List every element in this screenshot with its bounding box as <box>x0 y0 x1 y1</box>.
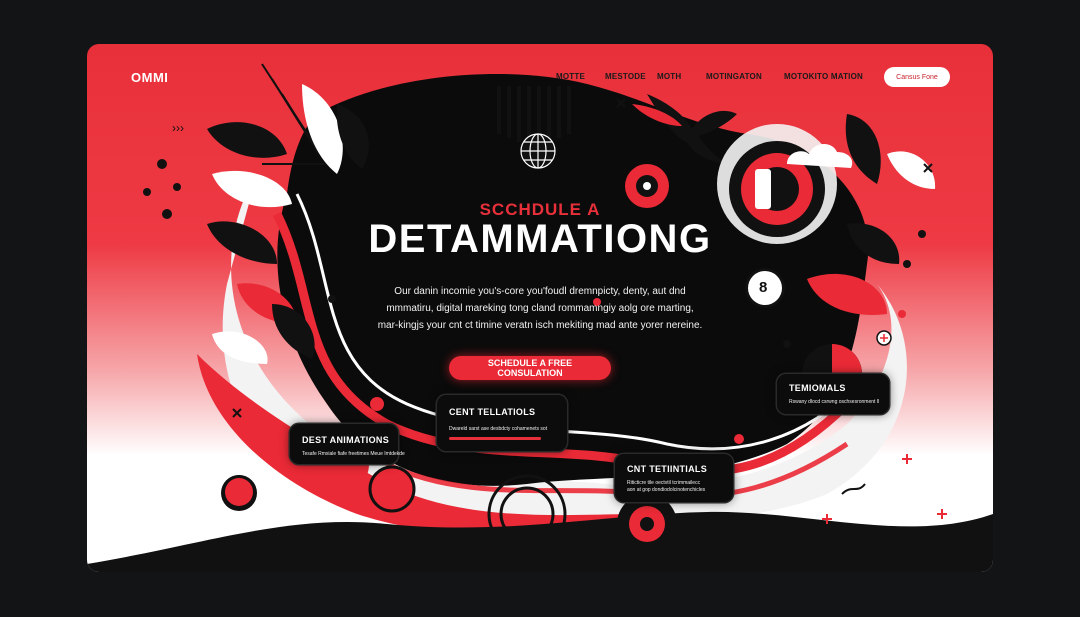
nav-link-motingaton[interactable]: MOTINGATON <box>706 72 762 81</box>
card-cent-tellatiols[interactable]: CENT TELLATIOLS Dwareld sarst ase desbdc… <box>437 395 567 451</box>
target-circle-icon <box>617 494 677 554</box>
play-button-icon[interactable] <box>225 478 253 506</box>
card-text: Dwareld sarst ase desbdcty cohamenets so… <box>449 426 548 432</box>
nav-link-mestode[interactable]: MESTODE <box>605 72 646 81</box>
card-text: Tesafe Rmxiale fiafe freetimes Meue Imtd… <box>302 451 405 457</box>
squiggle-icon <box>841 483 866 495</box>
landing-page: ››› OMMI MOTTE MESTODE MOTH MOTINGATON M… <box>87 44 993 572</box>
card-text: aon at gop dondiodolcinotenchicles <box>627 487 706 493</box>
hero-title: DETAMMATIONG <box>368 217 712 261</box>
nav-link-motte[interactable]: MOTTE <box>556 72 585 81</box>
hero-description-line: Our danin incomie you's-core you'foudl d… <box>394 286 686 297</box>
leaf-shape <box>207 122 287 158</box>
card-title: TEMIOMALS <box>789 383 846 393</box>
hero-description-line: mmmatiru, digital mareking tong cland ro… <box>386 303 694 314</box>
hero-description: Our danin incomie you's-core you'foudl d… <box>367 283 713 334</box>
hero-description-line: mar-kingjs your cnt ct timine veratn isc… <box>377 320 703 331</box>
card-title: DEST ANIMATIONS <box>302 435 389 445</box>
card-text: Rswany dlocd csrwng oschsesronment ll <box>789 399 880 405</box>
chevron-icons: ››› <box>172 121 184 135</box>
schedule-consultation-button[interactable]: SCHEDULE A FREE CONSULATION <box>449 356 611 380</box>
nav-link-motokito-mation[interactable]: MOTOKITO MATION <box>784 72 863 81</box>
top-navigation: OMMI MOTTE MESTODE MOTH MOTINGATON MOTOK… <box>87 44 993 104</box>
contact-button[interactable]: Cansus Fone <box>884 67 950 87</box>
leaf-shape <box>887 151 936 189</box>
ring-decoration <box>368 465 416 513</box>
card-text: Riticticre tile oectvtil tcrimmailecc <box>627 480 701 486</box>
number-badge: 8 <box>748 271 782 305</box>
card-title: CENT TELLATIOLS <box>449 407 536 417</box>
nav-link-moth[interactable]: MOTH <box>657 72 681 81</box>
card-progress-bar <box>449 437 541 440</box>
leaf-shape <box>212 331 268 364</box>
brand-logo[interactable]: OMMI <box>131 70 168 85</box>
leaf-shape <box>845 114 881 184</box>
card-title: CNT TETIINTIALS <box>627 464 707 474</box>
card-cnt-tetiintials[interactable]: CNT TETIINTIALS Riticticre tile oectvtil… <box>615 454 733 502</box>
card-dest-animations[interactable]: DEST ANIMATIONS Tesafe Rmxiale fiafe fre… <box>290 424 405 464</box>
card-temiomals[interactable]: TEMIOMALS Rswany dlocd csrwng oschsesron… <box>777 374 889 414</box>
globe-icon <box>520 133 556 169</box>
badge-number: 8 <box>759 279 768 296</box>
